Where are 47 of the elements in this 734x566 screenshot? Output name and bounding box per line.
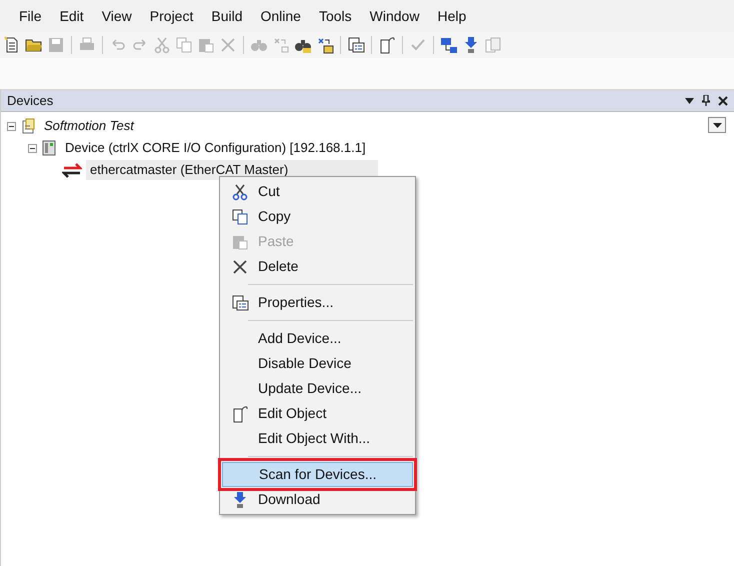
- close-icon[interactable]: [718, 96, 728, 106]
- menu-option[interactable]: Disable Device: [222, 351, 413, 376]
- project-icon: [20, 118, 36, 134]
- menu-item[interactable]: Project: [140, 6, 202, 26]
- pin-icon[interactable]: [702, 95, 710, 106]
- tree-item[interactable]: Device (ctrlX CORE I/O Configuration) [192.168.1.1]: [61, 138, 370, 158]
- scissors-icon: [153, 36, 171, 54]
- menu-item[interactable]: View: [92, 6, 141, 26]
- replace-icon: [272, 36, 290, 54]
- menu-item[interactable]: Window: [360, 6, 428, 26]
- network-icon: [440, 36, 458, 54]
- menu-option[interactable]: Add Device...: [222, 326, 413, 351]
- clipboard-icon: [197, 36, 215, 54]
- menu-item[interactable]: Tools: [310, 6, 361, 26]
- collapse-toggle[interactable]: [7, 122, 16, 130]
- menu-option[interactable]: Update Device...: [222, 376, 413, 401]
- copy-icon: [231, 208, 249, 226]
- menu-option[interactable]: Download: [222, 487, 413, 512]
- collapse-toggle[interactable]: [28, 144, 37, 152]
- document-arrow-icon: [231, 404, 249, 422]
- menu-option[interactable]: Cut: [222, 179, 413, 204]
- delete-icon: [231, 258, 249, 276]
- document-arrow-icon: [378, 36, 396, 54]
- menu-option[interactable]: Properties...: [222, 290, 413, 315]
- pages-icon: [484, 36, 502, 54]
- properties-icon: [347, 36, 365, 54]
- menu-option[interactable]: Edit Object: [222, 401, 413, 426]
- delete-icon: [219, 36, 237, 54]
- menu-item[interactable]: Help: [428, 6, 476, 26]
- controller-icon: [41, 140, 57, 156]
- copy-icon: [175, 36, 193, 54]
- menu-item[interactable]: Online: [252, 6, 310, 26]
- menu-option[interactable]: Edit Object With...: [222, 426, 413, 451]
- menu-option[interactable]: Copy: [222, 204, 413, 229]
- dropdown-icon[interactable]: [685, 98, 694, 104]
- replace-icon: [316, 36, 334, 54]
- scissors-icon: [231, 182, 249, 200]
- menu-item[interactable]: Build: [202, 6, 252, 26]
- tree-item[interactable]: Softmotion Test: [40, 116, 138, 136]
- properties-icon: [231, 294, 249, 312]
- save-icon: [47, 36, 65, 54]
- caret-icon: [712, 122, 722, 128]
- dropdown-button[interactable]: [708, 117, 726, 133]
- menu-item[interactable]: File: [10, 6, 51, 26]
- menu-item[interactable]: Edit: [50, 6, 93, 26]
- panel-title: Devices: [7, 92, 54, 110]
- menu-option[interactable]: Delete: [222, 254, 413, 279]
